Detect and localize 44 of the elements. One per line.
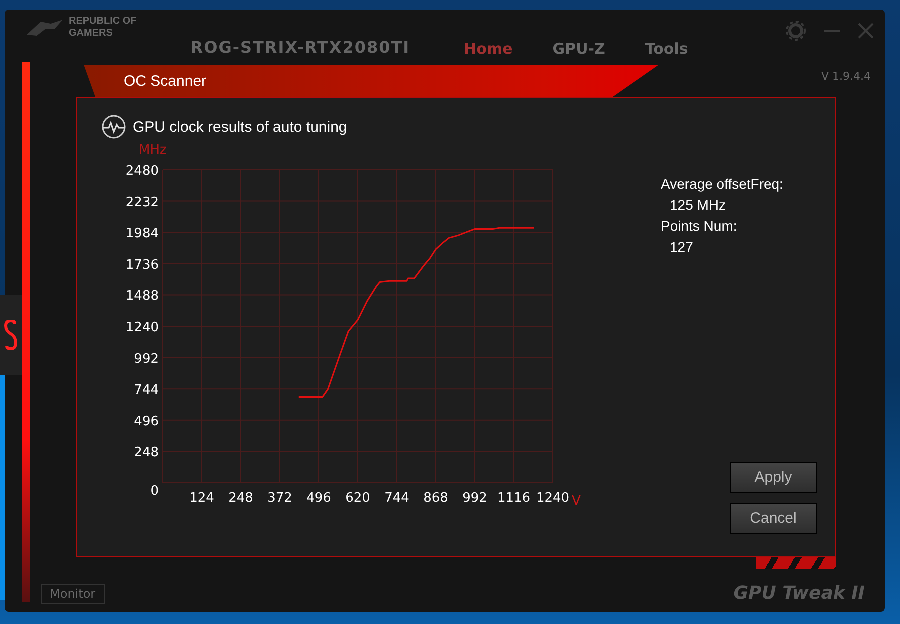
dialog-button[interactable]: Apply	[730, 462, 817, 493]
stat-label: Average offsetFreq:	[661, 176, 784, 192]
nav-tab[interactable]: GPU-Z	[552, 40, 606, 58]
x-tick-label: 744	[384, 491, 410, 506]
stat-value: 127	[669, 239, 694, 255]
y-tick-label: 2480	[126, 164, 159, 179]
y-tick-label: 1984	[126, 226, 159, 242]
y-tick-label: 0	[150, 484, 159, 499]
stat-value: 125 MHz	[669, 197, 728, 213]
x-tick-label: 124	[190, 491, 214, 506]
brand-logo-text: GPU Tweak II	[734, 583, 865, 604]
x-tick-label: 496	[306, 491, 332, 506]
x-tick-label: 868	[424, 491, 448, 506]
pulse-icon	[101, 114, 127, 140]
chart-title: GPU clock results of auto tuning	[133, 118, 348, 136]
y-tick-label: 1488	[126, 289, 159, 304]
logo-text: REPUBLIC OF GAMERS	[69, 16, 137, 40]
x-tick-label: 248	[228, 491, 254, 506]
y-tick-label: 744	[134, 383, 159, 398]
dialog-button[interactable]: Cancel	[730, 503, 817, 534]
y-tick-label: 496	[134, 414, 159, 430]
y-tick-label: 1240	[126, 320, 159, 336]
settings-icon[interactable]	[785, 20, 807, 42]
logo-icon	[25, 18, 65, 38]
stat-label: Points Num:	[661, 218, 738, 234]
side-tab[interactable]	[0, 295, 22, 375]
y-tick-label: 1736	[126, 258, 159, 273]
y-axis-label: MHz	[139, 143, 167, 158]
x-tick-label: 1116	[497, 491, 531, 506]
y-tick-label: 248	[134, 446, 159, 461]
x-tick-label: 1240	[536, 491, 570, 506]
device-name: ROG-STRIX-RTX2080TI	[190, 38, 410, 57]
x-tick-label: 372	[268, 491, 292, 506]
x-tick-label: 620	[346, 491, 370, 506]
x-tick-label: 992	[462, 491, 488, 506]
x-axis-label: V	[572, 494, 581, 509]
nav-tab[interactable]: Home	[464, 40, 513, 58]
dialog-title: OC Scanner	[124, 72, 207, 90]
version-label: V 1.9.4.4	[821, 70, 871, 83]
y-tick-label: 2232	[126, 195, 159, 210]
y-tick-label: 992	[134, 352, 159, 367]
close-icon[interactable]	[857, 22, 875, 40]
nav-tab[interactable]: Tools	[645, 40, 688, 58]
monitor-button[interactable]: Monitor	[41, 584, 105, 604]
